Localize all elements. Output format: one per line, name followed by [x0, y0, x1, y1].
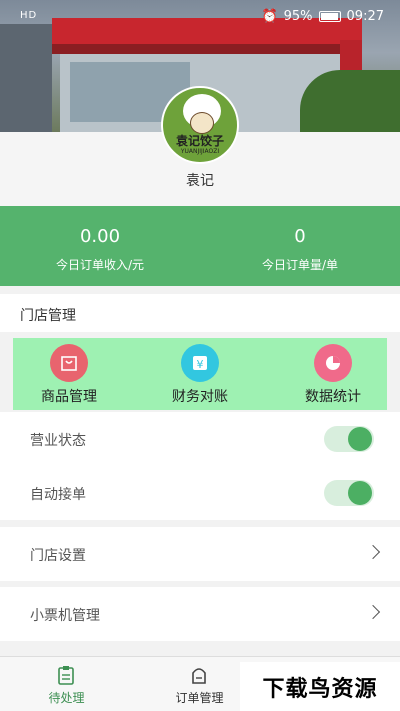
status-hd: HD	[20, 10, 38, 21]
svg-text:¥: ¥	[197, 358, 204, 371]
toggle-settings: 营业状态 自动接单	[0, 412, 400, 520]
business-status-toggle[interactable]	[324, 426, 374, 452]
receipt-printer-label: 小票机管理	[30, 608, 100, 624]
auto-accept-row: 自动接单	[0, 466, 400, 520]
chevron-right-icon	[365, 604, 381, 620]
watermark-logo: 下载鸟资源	[240, 662, 400, 711]
stat-orders[interactable]: 0 今日订单量/单	[200, 206, 400, 286]
battery-percent: 95%	[283, 9, 313, 24]
goods-management-label: 商品管理	[41, 389, 97, 405]
stat-income[interactable]: 0.00 今日订单收入/元	[0, 206, 200, 286]
business-status-label: 营业状态	[30, 433, 86, 449]
tab-pending[interactable]: 待处理	[0, 657, 133, 711]
finance-reconcile-label: 财务对账	[172, 389, 228, 405]
quick-actions: 商品管理 ¥ 财务对账 数据统计	[13, 338, 387, 410]
store-settings-row[interactable]: 门店设置	[0, 527, 400, 581]
business-status-row: 营业状态	[0, 412, 400, 466]
chevron-right-icon	[365, 544, 381, 560]
goods-bag-icon	[50, 344, 88, 382]
status-bar: HD ⏰ 95% 09:27	[0, 0, 400, 34]
yen-icon: ¥	[181, 344, 219, 382]
logo-brand-text: 袁记饺子	[175, 134, 224, 148]
store-name: 袁记	[186, 173, 214, 189]
goods-management-button[interactable]: 商品管理	[19, 338, 119, 410]
watermark-text: 下载鸟资源	[262, 676, 378, 702]
stat-income-value: 0.00	[79, 226, 121, 247]
logo-brand-text-en: YUANJIJIAOZI	[180, 148, 220, 155]
alarm-icon: ⏰	[261, 9, 278, 24]
store-settings-label: 门店设置	[30, 548, 86, 564]
store-logo[interactable]: 袁记饺子 YUANJIJIAOZI	[161, 86, 239, 164]
stat-orders-value: 0	[294, 226, 306, 247]
pie-chart-icon	[314, 344, 352, 382]
auto-accept-toggle[interactable]	[324, 480, 374, 506]
chef-face-icon	[190, 112, 214, 134]
receipt-printer-row[interactable]: 小票机管理	[0, 587, 400, 641]
today-stats: 0.00 今日订单收入/元 0 今日订单量/单	[0, 206, 400, 286]
battery-icon	[318, 11, 341, 22]
finance-reconcile-button[interactable]: ¥ 财务对账	[150, 338, 250, 410]
clock: 09:27	[346, 9, 384, 24]
order-box-icon	[192, 668, 206, 684]
stat-income-label: 今日订单收入/元	[55, 258, 145, 272]
data-statistics-button[interactable]: 数据统计	[283, 338, 383, 410]
clipboard-icon	[58, 666, 74, 685]
tab-pending-label: 待处理	[48, 691, 85, 705]
data-statistics-label: 数据统计	[305, 389, 361, 405]
store-management-section: 门店管理	[0, 294, 400, 332]
stat-orders-label: 今日订单量/单	[261, 258, 339, 272]
auto-accept-label: 自动接单	[30, 487, 86, 503]
section-title: 门店管理	[20, 308, 76, 324]
